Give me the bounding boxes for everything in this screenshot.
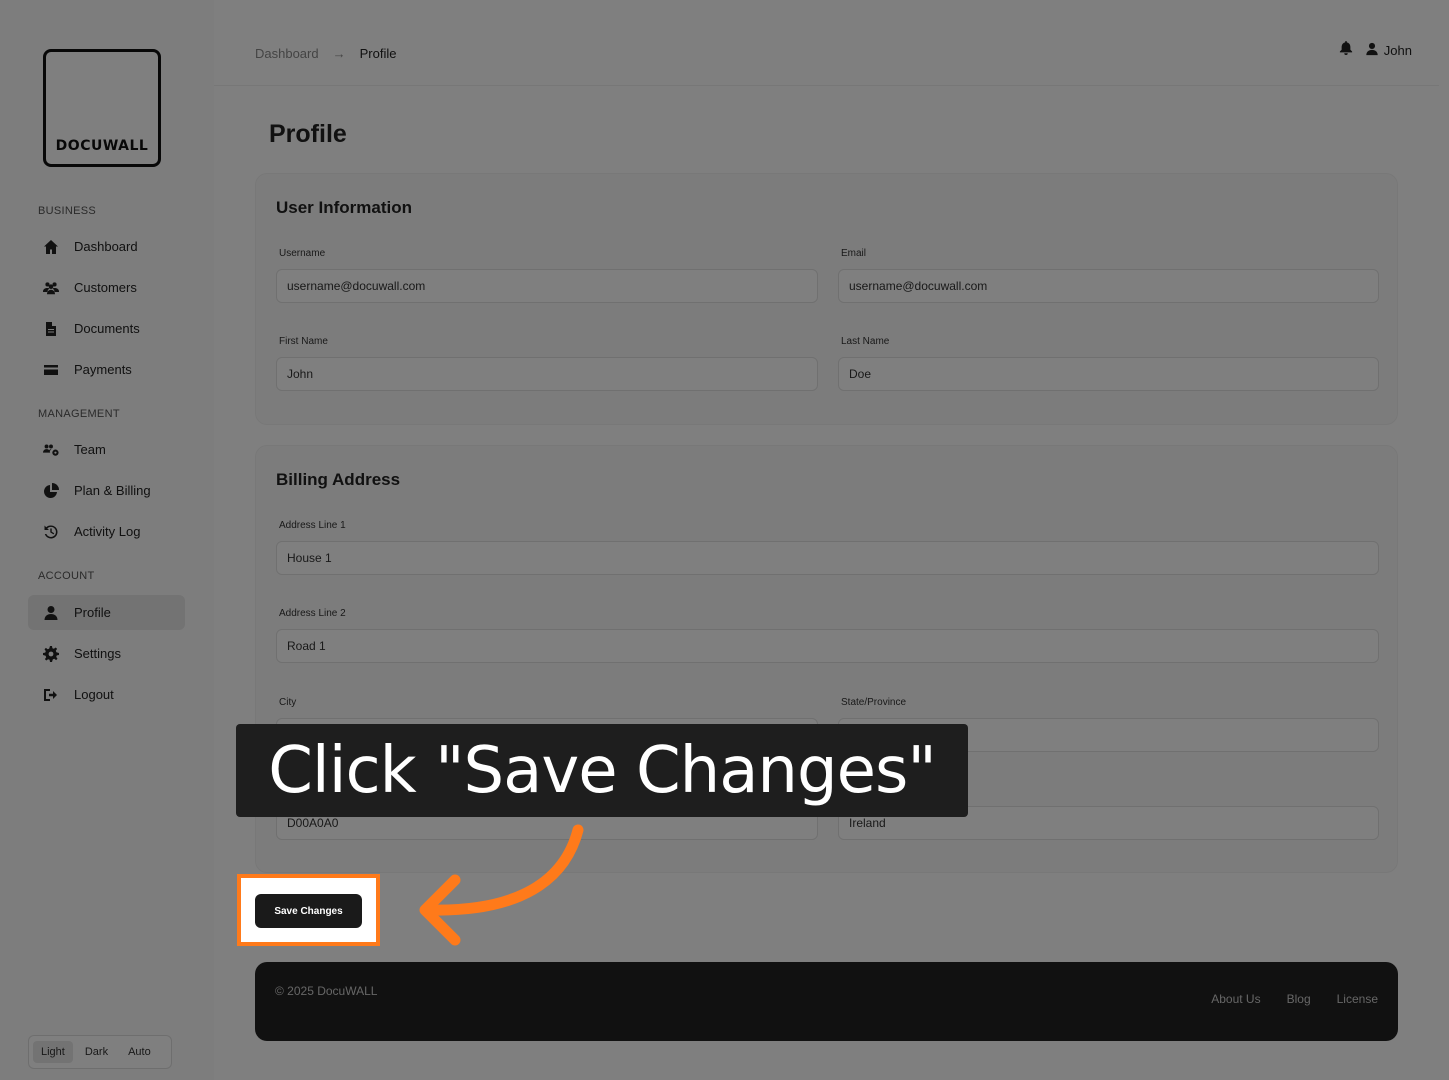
- sidebar-item-settings[interactable]: Settings: [28, 636, 185, 671]
- sidebar-item-label: Logout: [74, 687, 114, 702]
- sidebar-item-label: Team: [74, 442, 106, 457]
- users-icon: [40, 280, 62, 296]
- sidebar-item-plan-billing[interactable]: Plan & Billing: [28, 473, 185, 508]
- footer-copyright: © 2025 DocuWALL: [275, 984, 378, 998]
- sidebar-item-label: Activity Log: [74, 524, 141, 539]
- docuwall-logo[interactable]: DOCUWALL: [43, 49, 161, 167]
- sidebar-item-label: Dashboard: [74, 239, 138, 254]
- last-name-label: Last Name: [841, 336, 890, 347]
- instruction-callout: Click "Save Changes": [236, 724, 968, 817]
- first-name-input[interactable]: [276, 357, 818, 391]
- sidebar-item-label: Profile: [74, 605, 111, 620]
- footer: © 2025 DocuWALL About Us Blog License: [255, 962, 1398, 1041]
- sidebar-item-activity-log[interactable]: Activity Log: [28, 514, 185, 549]
- user-menu[interactable]: John: [1365, 42, 1412, 59]
- credit-card-icon: [40, 362, 62, 378]
- sidebar-item-profile[interactable]: Profile: [28, 595, 185, 630]
- sidebar-item-documents[interactable]: Documents: [28, 311, 185, 346]
- username-input[interactable]: [276, 269, 818, 303]
- breadcrumb-separator: →: [332, 46, 346, 61]
- logo-text: DOCUWALL: [55, 138, 149, 154]
- sidebar-item-logout[interactable]: Logout: [28, 677, 185, 712]
- user-information-card: User Information Username Email First Na…: [255, 173, 1398, 425]
- page-title: Profile: [269, 120, 347, 148]
- user-icon: [1365, 42, 1379, 59]
- file-icon: [40, 321, 62, 337]
- footer-link-about[interactable]: About Us: [1211, 992, 1260, 1006]
- sidebar-item-label: Plan & Billing: [74, 483, 151, 498]
- user-information-title: User Information: [276, 198, 413, 217]
- logout-icon: [40, 687, 62, 703]
- user-name: John: [1383, 43, 1412, 58]
- first-name-label: First Name: [279, 336, 328, 347]
- email-label: Email: [841, 248, 867, 259]
- main-panel: Dashboard → Profile John Profile User In…: [214, 10, 1439, 1070]
- sidebar-item-label: Documents: [74, 321, 140, 336]
- address-line-1-input[interactable]: [276, 541, 1379, 575]
- footer-links: About Us Blog License: [1211, 992, 1378, 1006]
- pie-chart-icon: [40, 482, 62, 499]
- sidebar: DOCUWALL BUSINESS Dashboard Customers Do…: [0, 0, 214, 1080]
- sidebar-item-team[interactable]: Team: [28, 432, 185, 467]
- nav-section-account: ACCOUNT: [38, 570, 95, 582]
- city-label: City: [279, 697, 297, 708]
- address-line-2-input[interactable]: [276, 629, 1379, 663]
- home-icon: [40, 239, 62, 255]
- topbar-actions: John: [1339, 41, 1412, 59]
- user-icon: [40, 605, 62, 621]
- theme-option-light[interactable]: Light: [33, 1041, 73, 1063]
- footer-link-license[interactable]: License: [1337, 992, 1378, 1006]
- sidebar-item-label: Customers: [74, 280, 137, 295]
- top-bar: Dashboard → Profile John: [214, 10, 1439, 86]
- nav-section-business: BUSINESS: [38, 205, 97, 217]
- instruction-text: Click "Save Changes": [268, 733, 937, 808]
- sidebar-item-dashboard[interactable]: Dashboard: [28, 229, 185, 264]
- email-input[interactable]: [838, 269, 1379, 303]
- sidebar-item-label: Payments: [74, 362, 132, 377]
- state-label: State/Province: [841, 697, 907, 708]
- breadcrumb: Dashboard → Profile: [255, 46, 396, 61]
- gear-icon: [40, 645, 62, 662]
- address-line-1-label: Address Line 1: [279, 520, 346, 531]
- nav-section-management: MANAGEMENT: [38, 408, 120, 420]
- sidebar-item-payments[interactable]: Payments: [28, 352, 185, 387]
- theme-option-auto[interactable]: Auto: [120, 1041, 159, 1063]
- theme-option-dark[interactable]: Dark: [77, 1041, 116, 1063]
- breadcrumb-dashboard[interactable]: Dashboard: [255, 46, 319, 61]
- footer-link-blog[interactable]: Blog: [1287, 992, 1311, 1006]
- theme-switch: Light Dark Auto: [28, 1035, 172, 1069]
- billing-address-title: Billing Address: [276, 470, 401, 489]
- sidebar-item-label: Settings: [74, 646, 121, 661]
- last-name-input[interactable]: [838, 357, 1379, 391]
- address-line-2-label: Address Line 2: [279, 608, 346, 619]
- username-label: Username: [279, 248, 326, 259]
- history-icon: [40, 524, 62, 540]
- bell-icon[interactable]: [1339, 41, 1353, 58]
- highlight-frame: [237, 874, 380, 946]
- breadcrumb-current: Profile: [359, 46, 397, 61]
- sidebar-item-customers[interactable]: Customers: [28, 270, 185, 305]
- team-icon: [40, 442, 62, 458]
